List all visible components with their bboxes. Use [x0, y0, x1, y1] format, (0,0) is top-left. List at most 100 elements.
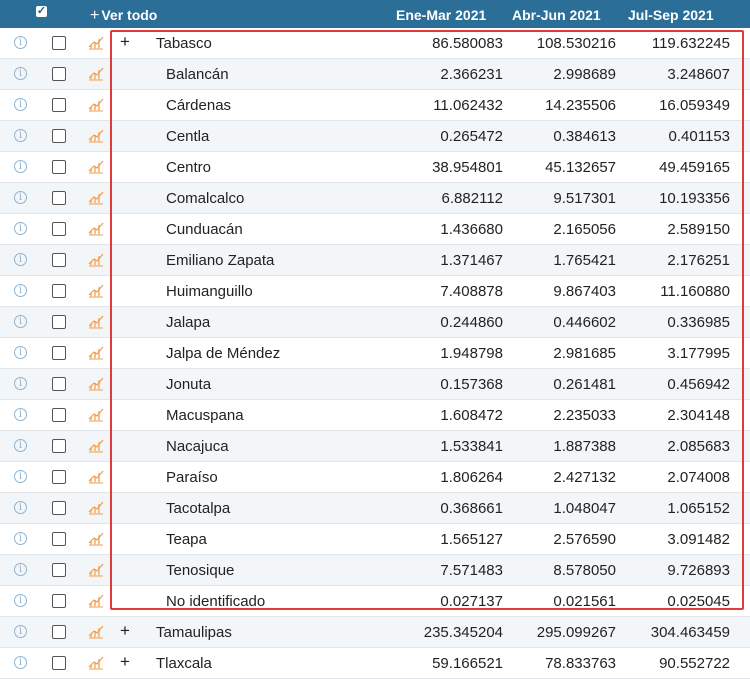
expand-icon[interactable]: + — [120, 32, 130, 52]
value-q3: 3.177995 — [667, 345, 730, 362]
row-checkbox[interactable] — [52, 656, 66, 670]
info-icon[interactable]: i — [14, 408, 27, 421]
column-header-q1[interactable]: Ene-Mar 2021 — [396, 0, 486, 28]
value-q2: 2.998689 — [553, 66, 616, 83]
row-checkbox[interactable] — [52, 377, 66, 391]
row-checkbox[interactable] — [52, 408, 66, 422]
row-checkbox[interactable] — [52, 625, 66, 639]
row-checkbox[interactable] — [52, 98, 66, 112]
region-name: No identificado — [166, 593, 266, 610]
region-name: Tamaulipas — [156, 624, 232, 641]
chart-icon[interactable] — [88, 563, 104, 577]
chart-icon[interactable] — [88, 129, 104, 143]
expand-icon[interactable]: + — [120, 621, 130, 641]
value-q3: 16.059349 — [659, 97, 730, 114]
value-q3: 49.459165 — [659, 159, 730, 176]
table-row: i Teapa 1.565127 2.576590 3.091482 — [0, 524, 750, 555]
info-icon[interactable]: i — [14, 532, 27, 545]
row-checkbox[interactable] — [52, 67, 66, 81]
chart-icon[interactable] — [88, 532, 104, 546]
info-icon[interactable]: i — [14, 98, 27, 111]
row-checkbox[interactable] — [52, 346, 66, 360]
row-checkbox[interactable] — [52, 315, 66, 329]
table-row: i Cárdenas 11.062432 14.235506 16.059349 — [0, 90, 750, 121]
value-q2: 14.235506 — [545, 97, 616, 114]
info-icon[interactable]: i — [14, 253, 27, 266]
row-checkbox[interactable] — [52, 594, 66, 608]
value-q3: 0.025045 — [667, 593, 730, 610]
info-icon[interactable]: i — [14, 439, 27, 452]
chart-icon[interactable] — [88, 222, 104, 236]
row-checkbox[interactable] — [52, 222, 66, 236]
row-checkbox[interactable] — [52, 563, 66, 577]
chart-icon[interactable] — [88, 160, 104, 174]
row-checkbox[interactable] — [52, 532, 66, 546]
row-checkbox[interactable] — [52, 470, 66, 484]
info-icon[interactable]: i — [14, 284, 27, 297]
value-q3: 2.176251 — [667, 252, 730, 269]
value-q2: 9.517301 — [553, 190, 616, 207]
info-icon[interactable]: i — [14, 36, 27, 49]
chart-icon[interactable] — [88, 284, 104, 298]
chart-icon[interactable] — [88, 470, 104, 484]
info-icon[interactable]: i — [14, 563, 27, 576]
row-checkbox[interactable] — [52, 129, 66, 143]
row-checkbox[interactable] — [52, 253, 66, 267]
table-row: i Comalcalco 6.882112 9.517301 10.193356 — [0, 183, 750, 214]
chart-icon[interactable] — [88, 408, 104, 422]
table-header: ✓ + Ver todo Ene-Mar 2021 Abr-Jun 2021 Ju… — [0, 0, 750, 28]
expand-icon[interactable]: + — [120, 652, 130, 672]
select-all-checkbox[interactable]: ✓ — [36, 6, 47, 17]
chart-icon[interactable] — [88, 36, 104, 50]
chart-icon[interactable] — [88, 594, 104, 608]
row-checkbox[interactable] — [52, 160, 66, 174]
info-icon[interactable]: i — [14, 129, 27, 142]
info-icon[interactable]: i — [14, 501, 27, 514]
value-q2: 45.132657 — [545, 159, 616, 176]
chart-icon[interactable] — [88, 625, 104, 639]
info-icon[interactable]: i — [14, 160, 27, 173]
info-icon[interactable]: i — [14, 346, 27, 359]
info-icon[interactable]: i — [14, 625, 27, 638]
row-checkbox[interactable] — [52, 191, 66, 205]
info-icon[interactable]: i — [14, 470, 27, 483]
column-header-q3[interactable]: Jul-Sep 2021 — [628, 0, 714, 28]
info-icon[interactable]: i — [14, 191, 27, 204]
value-q2: 295.099267 — [536, 624, 616, 641]
chart-icon[interactable] — [88, 315, 104, 329]
info-icon[interactable]: i — [14, 594, 27, 607]
row-checkbox[interactable] — [52, 501, 66, 515]
table-row: i No identificado 0.027137 0.021561 0.02… — [0, 586, 750, 617]
info-icon[interactable]: i — [14, 315, 27, 328]
row-checkbox[interactable] — [52, 439, 66, 453]
value-q1: 38.954801 — [432, 159, 503, 176]
region-name: Centla — [166, 128, 210, 145]
chart-icon[interactable] — [88, 98, 104, 112]
table-row: i Macuspana 1.608472 2.235033 2.304148 — [0, 400, 750, 431]
info-icon[interactable]: i — [14, 377, 27, 390]
chart-icon[interactable] — [88, 377, 104, 391]
region-name: Balancán — [166, 66, 229, 83]
chart-icon[interactable] — [88, 656, 104, 670]
value-q3: 3.248607 — [667, 66, 730, 83]
ver-todo-link[interactable]: + Ver todo — [90, 0, 157, 28]
region-name: Teapa — [166, 531, 207, 548]
info-icon[interactable]: i — [14, 222, 27, 235]
value-q3: 2.074008 — [667, 469, 730, 486]
chart-icon[interactable] — [88, 501, 104, 515]
chart-icon[interactable] — [88, 191, 104, 205]
value-q1: 1.565127 — [440, 531, 503, 548]
info-icon[interactable]: i — [14, 67, 27, 80]
chart-icon[interactable] — [88, 439, 104, 453]
row-checkbox[interactable] — [52, 36, 66, 50]
value-q1: 86.580083 — [432, 35, 503, 52]
column-header-q2[interactable]: Abr-Jun 2021 — [512, 0, 601, 28]
region-name: Jonuta — [166, 376, 212, 393]
value-q1: 1.371467 — [440, 252, 503, 269]
chart-icon[interactable] — [88, 346, 104, 360]
info-icon[interactable]: i — [14, 656, 27, 669]
region-name: Tenosique — [166, 562, 235, 579]
row-checkbox[interactable] — [52, 284, 66, 298]
chart-icon[interactable] — [88, 67, 104, 81]
chart-icon[interactable] — [88, 253, 104, 267]
